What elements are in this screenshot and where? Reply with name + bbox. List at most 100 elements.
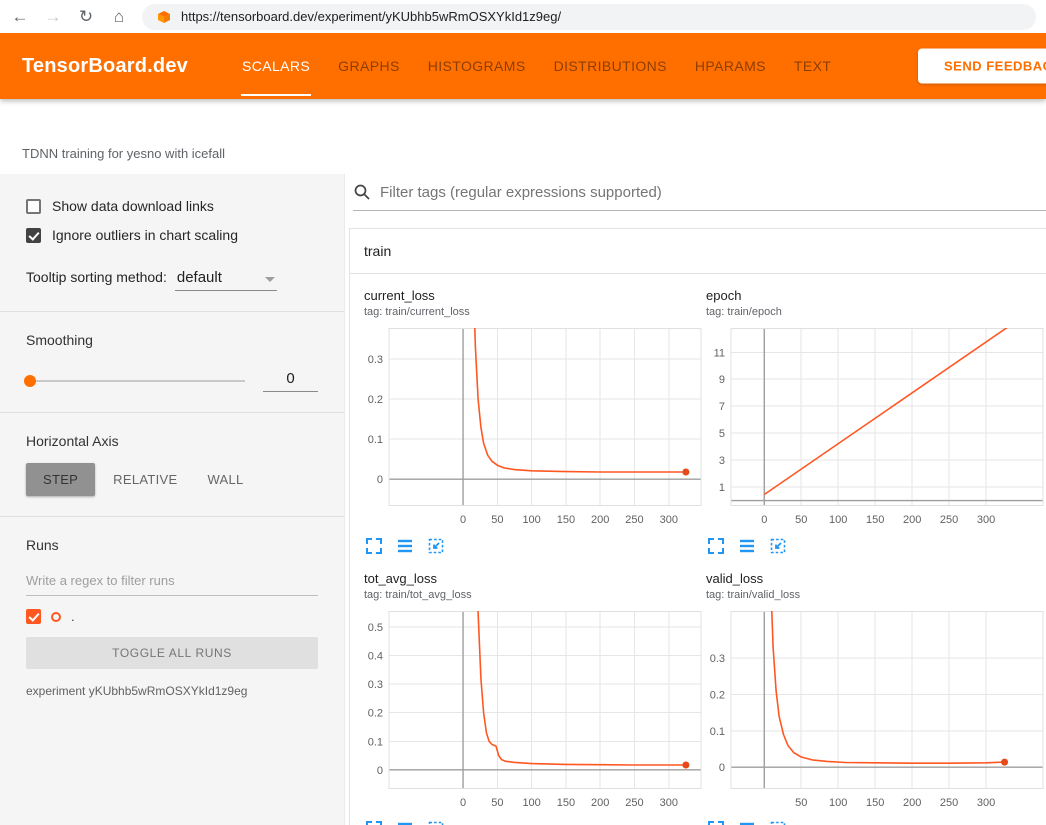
runs-label: Runs [26,537,318,553]
smoothing-slider[interactable] [26,380,245,382]
wall-button[interactable]: WALL [195,463,255,496]
tag-filter-input[interactable] [380,184,1046,201]
expand-chart-icon[interactable] [365,537,383,555]
data-lines-icon[interactable] [396,537,414,555]
svg-text:200: 200 [591,797,609,809]
chart-card-epoch: epoch tag: train/epoch 13579110501001502… [706,288,1046,555]
svg-text:0.1: 0.1 [368,434,383,446]
fit-domain-icon[interactable] [769,820,787,825]
step-button[interactable]: STEP [26,463,95,496]
tensorboard-logo-icon [156,9,172,25]
chart-card-tot-avg-loss: tot_avg_loss tag: train/tot_avg_loss 00.… [364,571,706,825]
data-lines-icon[interactable] [738,820,756,825]
run-color-icon [51,612,61,622]
experiment-id-text: experiment yKUbhb5wRmOSXYkId1z9eg [26,684,318,698]
show-download-links-row[interactable]: Show data download links [26,198,318,214]
chart-title: tot_avg_loss [364,571,706,586]
svg-text:150: 150 [557,797,575,809]
expand-chart-icon[interactable] [707,820,725,825]
tooltip-sorting-label: Tooltip sorting method: [26,269,167,285]
refresh-icon[interactable]: ↻ [76,8,96,25]
svg-text:250: 250 [940,514,958,526]
tag-filter-row [353,183,1046,211]
chart-toolbar [707,537,1046,555]
tooltip-sorting-select[interactable]: default [175,268,277,291]
svg-text:100: 100 [522,797,540,809]
svg-text:0: 0 [460,797,466,809]
smoothing-value-field[interactable]: 0 [263,370,318,392]
ignore-outliers-checkbox[interactable] [26,228,41,243]
tab-text[interactable]: TEXT [780,33,845,99]
experiment-title: TDNN training for yesno with icefall [22,146,225,161]
back-icon[interactable]: ← [10,8,30,25]
browser-toolbar: ← → ↻ ⌂ https://tensorboard.dev/experime… [0,0,1046,33]
fit-domain-icon[interactable] [769,537,787,555]
svg-text:0: 0 [377,765,383,777]
tag-group-header[interactable]: train [350,229,1046,274]
chart-toolbar [365,820,706,825]
chart-tag: tag: train/epoch [706,306,1046,318]
runs-filter-input[interactable] [26,566,318,596]
svg-text:0.1: 0.1 [710,726,725,738]
chart-title: current_loss [364,288,706,303]
tooltip-sorting-value: default [177,269,222,286]
svg-text:0.2: 0.2 [710,690,725,702]
svg-text:150: 150 [866,514,884,526]
nav-tabs: SCALARS GRAPHS HISTOGRAMS DISTRIBUTIONS … [228,33,845,99]
address-bar[interactable]: https://tensorboard.dev/experiment/yKUbh… [142,4,1036,30]
svg-text:0.3: 0.3 [368,354,383,366]
smoothing-label: Smoothing [26,332,318,348]
tab-graphs[interactable]: GRAPHS [324,33,414,99]
svg-text:250: 250 [625,797,643,809]
svg-text:3: 3 [719,455,725,467]
chart-tag: tag: train/tot_avg_loss [364,589,706,601]
horizontal-axis-label: Horizontal Axis [26,433,318,449]
svg-text:150: 150 [557,514,575,526]
tab-hparams[interactable]: HPARAMS [681,33,780,99]
tab-scalars[interactable]: SCALARS [228,33,324,99]
svg-text:7: 7 [719,401,725,413]
chart-card-valid-loss: valid_loss tag: train/valid_loss 00.10.2… [706,571,1046,825]
svg-text:5: 5 [719,428,725,440]
tab-histograms[interactable]: HISTOGRAMS [414,33,540,99]
svg-text:50: 50 [795,797,807,809]
expand-chart-icon[interactable] [707,537,725,555]
expand-chart-icon[interactable] [365,820,383,825]
show-download-links-checkbox[interactable] [26,199,41,214]
url-text[interactable]: https://tensorboard.dev/experiment/yKUbh… [181,9,561,24]
run-checkbox[interactable] [26,609,41,624]
svg-text:100: 100 [829,797,847,809]
svg-text:300: 300 [977,514,995,526]
line-chart[interactable]: 00.10.20.30.40.5050100150200250300 [364,611,706,813]
svg-text:100: 100 [522,514,540,526]
ignore-outliers-row[interactable]: Ignore outliers in chart scaling [26,227,318,243]
svg-text:200: 200 [903,797,921,809]
run-list-item[interactable]: . [26,609,318,624]
home-icon[interactable]: ⌂ [109,8,129,25]
svg-text:300: 300 [660,797,678,809]
app-logo[interactable]: TensorBoard.dev [22,55,188,78]
svg-text:50: 50 [491,797,503,809]
svg-text:300: 300 [977,797,995,809]
smoothing-slider-row: 0 [26,370,318,392]
line-chart[interactable]: 00.10.20.350100150200250300 [706,611,1046,813]
data-lines-icon[interactable] [396,820,414,825]
fit-domain-icon[interactable] [427,537,445,555]
tag-group-card: train current_loss tag: train/current_lo… [349,228,1046,825]
data-lines-icon[interactable] [738,537,756,555]
line-chart[interactable]: 1357911050100150200250300 [706,328,1046,530]
chart-tag: tag: train/valid_loss [706,589,1046,601]
tab-distributions[interactable]: DISTRIBUTIONS [540,33,681,99]
fit-domain-icon[interactable] [427,820,445,825]
svg-text:0: 0 [761,514,767,526]
smoothing-slider-thumb[interactable] [24,375,36,387]
svg-text:0.3: 0.3 [710,653,725,665]
relative-button[interactable]: RELATIVE [101,463,189,496]
svg-text:50: 50 [795,514,807,526]
toggle-all-runs-button[interactable]: TOGGLE ALL RUNS [26,637,318,669]
svg-text:0: 0 [377,474,383,486]
sidebar-divider [0,412,344,413]
experiment-header: TDNN training for yesno with icefall [0,99,1046,174]
send-feedback-button[interactable]: SEND FEEDBACK [918,49,1046,84]
line-chart[interactable]: 00.10.20.3050100150200250300 [364,328,706,530]
